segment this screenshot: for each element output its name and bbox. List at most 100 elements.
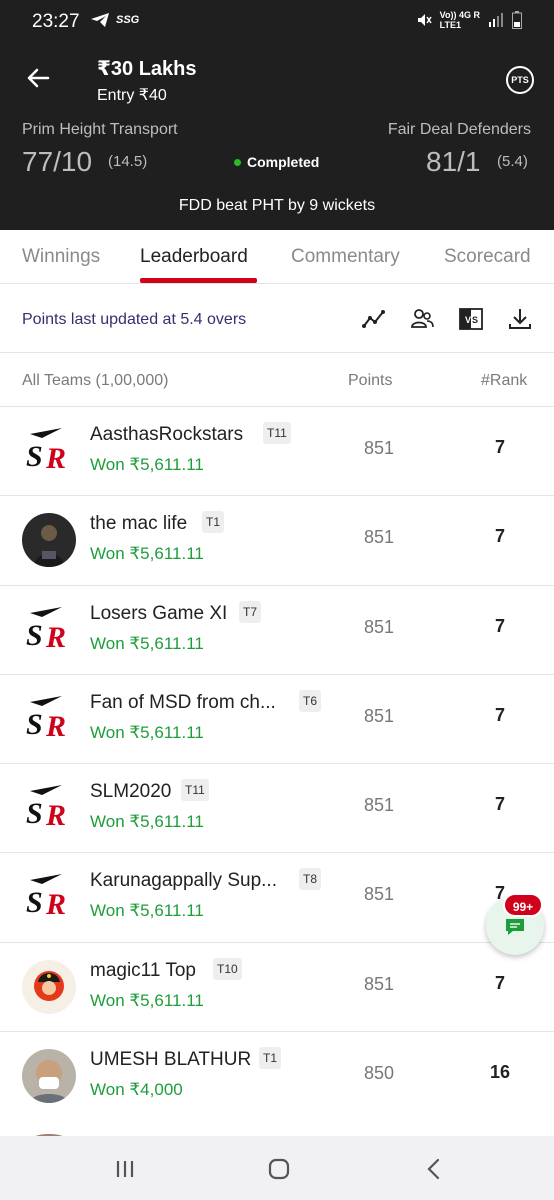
battery-icon [512, 11, 522, 29]
rank-value: 16 [489, 1062, 511, 1083]
leaderboard-row[interactable]: UMESH BLATHUR T1 Won ₹4,000 850 16 [0, 1032, 554, 1122]
rank-value: 7 [494, 437, 505, 457]
svg-text:R: R [45, 621, 66, 654]
team-name: Karunagappally Sup... [90, 870, 277, 892]
match-status: Completed [234, 154, 319, 170]
svg-text:R: R [45, 442, 66, 475]
compare-users-icon[interactable] [409, 306, 435, 332]
points-value: 851 [364, 884, 395, 905]
tab-bar: Winnings Leaderboard Commentary Scorecar… [0, 230, 554, 284]
carrier-tag: SSG [116, 14, 140, 26]
team-name: AasthasRockstars [90, 424, 244, 445]
winnings-amount: Won ₹5,611.11 [90, 990, 204, 1010]
recent-apps-icon[interactable] [112, 1156, 138, 1182]
active-tab-indicator [140, 278, 257, 283]
team-number-badge: T1 [259, 1047, 282, 1070]
team-number-badge: T1 [202, 511, 225, 534]
svg-text:S: S [26, 619, 43, 652]
rank-value: 7 [494, 526, 505, 547]
leaderboard-row[interactable]: SR Fan of MSD from ch... T6 Won ₹5,611.1… [0, 674, 554, 765]
vs-icon[interactable]: VS [458, 306, 484, 332]
team-logo-icon: SR [22, 870, 76, 925]
winnings-amount: Won ₹5,611.11 [90, 812, 204, 832]
download-icon[interactable] [507, 306, 533, 332]
team-right-score: 81/1 [426, 146, 481, 177]
team-name: Fan of MSD from ch... [90, 691, 276, 713]
leaderboard-row[interactable]: magic11 Top T10 Won ₹5,611.11 851 7 [0, 942, 554, 1033]
tab-winnings[interactable]: Winnings [22, 246, 100, 268]
team-number-badge: T7 [239, 600, 262, 623]
svg-text:S: S [26, 886, 43, 919]
points-value: 851 [364, 705, 395, 726]
leaderboard-row[interactable]: SR Losers Game XI T7 Won ₹5,611.11 851 7 [0, 585, 554, 675]
user-avatar [22, 513, 76, 568]
team-right-name: Fair Deal Defenders [387, 121, 531, 138]
svg-text:R: R [45, 888, 66, 921]
telegram-icon [91, 13, 109, 27]
leaderboard-row-partial [0, 1116, 554, 1136]
points-value: 851 [364, 973, 395, 994]
team-name: the mac life [90, 513, 188, 535]
rank-value: 7 [494, 704, 505, 725]
system-nav-bar [0, 1136, 554, 1200]
leaderboard-row[interactable]: SR SLM2020 T11 Won ₹5,611.11 851 7 [0, 764, 554, 854]
tab-leaderboard[interactable]: Leaderboard [140, 246, 248, 268]
network-label: Vo)) 4G R LTE1 [439, 10, 480, 30]
svg-text:R: R [45, 799, 66, 832]
team-right-overs: (5.4) [497, 153, 528, 170]
column-all-teams: All Teams (1,00,000) [22, 372, 169, 389]
team-name: UMESH BLATHUR [90, 1049, 252, 1071]
match-result: FDD beat PHT by 9 wickets [178, 197, 376, 214]
points-value: 851 [364, 616, 395, 637]
team-logo-icon: SR [22, 781, 76, 836]
back-arrow-icon[interactable] [22, 62, 54, 94]
svg-text:S: S [26, 708, 43, 741]
team-logo-icon: SR [22, 424, 76, 478]
team-number-badge: T8 [299, 868, 322, 891]
points-value: 851 [364, 795, 395, 816]
status-time: 23:27 [32, 11, 80, 32]
status-bar: 23:27 SSG Vo)) 4G R LTE1 [0, 0, 554, 42]
leaderboard-toolbar: Points last updated at 5.4 overs VS [0, 285, 554, 353]
leaderboard-column-header: All Teams (1,00,000) Points #Rank [0, 353, 554, 407]
winnings-amount: Won ₹5,611.11 [90, 722, 204, 742]
points-updated-text: Points last updated at 5.4 overs [22, 311, 247, 328]
winnings-amount: Won ₹5,611.11 [90, 544, 204, 564]
match-status-label: Completed [247, 154, 320, 170]
team-number-badge: T10 [213, 957, 242, 980]
leaderboard-list: SR AasthasRockstars T11 Won ₹5,611.11 85… [0, 407, 554, 1122]
user-avatar [22, 959, 76, 1014]
leaderboard-row[interactable]: the mac life T1 Won ₹5,611.11 851 7 [0, 496, 554, 586]
team-left-name: Prim Height Transport [22, 121, 178, 138]
team-name: SLM2020 [90, 781, 172, 803]
team-left-overs: (14.5) [108, 153, 148, 170]
rank-value: 7 [494, 615, 505, 636]
points-value: 850 [364, 1063, 395, 1084]
pts-button[interactable]: PTS [506, 66, 534, 94]
tab-scorecard[interactable]: Scorecard [444, 246, 531, 268]
svg-text:S: S [26, 797, 43, 830]
chat-unread-badge: 99+ [503, 893, 543, 917]
home-icon[interactable] [266, 1156, 292, 1182]
user-avatar [22, 1049, 76, 1104]
match-header: 23:27 SSG Vo)) 4G R LTE1 ₹30 Lakhs Entry… [0, 0, 554, 230]
team-number-badge: T6 [299, 689, 322, 712]
column-rank: #Rank [481, 372, 528, 389]
team-name: Losers Game XI [90, 602, 228, 624]
svg-text:V: V [465, 315, 471, 325]
leaderboard-row[interactable]: SR AasthasRockstars T11 Won ₹5,611.11 85… [0, 407, 554, 497]
winnings-amount: Won ₹5,611.11 [90, 633, 204, 653]
team-number-badge: T11 [263, 422, 291, 444]
trend-icon[interactable] [361, 306, 387, 332]
team-logo-icon: SR [22, 691, 76, 746]
winnings-amount: Won ₹5,611.11 [90, 455, 204, 474]
contest-entry-fee: Entry ₹40 [97, 87, 167, 104]
back-icon[interactable] [421, 1156, 447, 1182]
svg-text:S: S [26, 440, 43, 473]
team-name: magic11 Top [90, 959, 196, 981]
team-logo-icon: SR [22, 602, 76, 657]
svg-text:R: R [45, 710, 66, 743]
points-value: 851 [364, 527, 395, 548]
leaderboard-row[interactable]: SR Karunagappally Sup... T8 Won ₹5,611.1… [0, 853, 554, 943]
tab-commentary[interactable]: Commentary [291, 246, 400, 268]
